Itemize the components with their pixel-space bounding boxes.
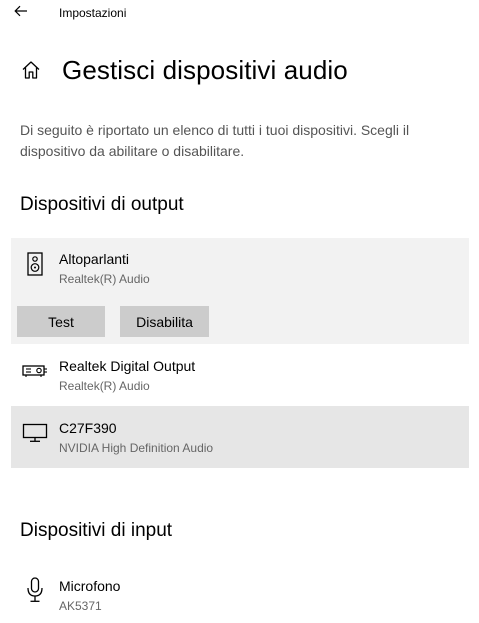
window-title: Impostazioni — [59, 6, 127, 20]
microphone-icon — [22, 577, 48, 603]
device-name: Realtek Digital Output — [59, 358, 196, 374]
device-driver: Realtek(R) Audio — [59, 379, 150, 393]
page-header: Gestisci dispositivi audio — [20, 52, 348, 88]
device-name: C27F390 — [59, 420, 117, 436]
output-devices-heading: Dispositivi di output — [20, 194, 184, 215]
disable-button[interactable]: Disabilita — [120, 306, 209, 337]
device-name: Altoparlanti — [59, 251, 130, 267]
back-button[interactable] — [6, 0, 36, 26]
test-button[interactable]: Test — [17, 306, 105, 337]
device-name: Microfono — [59, 578, 121, 594]
device-item-realtek-digital-output[interactable]: Realtek Digital Output Realtek(R) Audio — [11, 344, 469, 406]
title-bar: Impostazioni — [0, 0, 479, 28]
back-arrow-icon — [14, 4, 28, 22]
device-driver: AK5371 — [59, 599, 102, 613]
input-devices-heading: Dispositivi di input — [20, 520, 173, 541]
speaker-icon — [22, 251, 48, 277]
device-item-altoparlanti[interactable]: Altoparlanti Realtek(R) Audio Test Disab… — [11, 238, 469, 344]
page-description: Di seguito è riportato un elenco di tutt… — [20, 122, 410, 159]
digital-output-icon — [22, 358, 48, 384]
page-title: Gestisci dispositivi audio — [62, 54, 348, 85]
device-item-c27f390[interactable]: C27F390 NVIDIA High Definition Audio — [11, 406, 469, 468]
monitor-icon — [22, 420, 48, 446]
device-item-microfono[interactable]: Microfono AK5371 — [11, 566, 469, 618]
device-driver: NVIDIA High Definition Audio — [59, 441, 214, 455]
device-driver: Realtek(R) Audio — [59, 272, 150, 286]
home-icon[interactable] — [20, 59, 42, 81]
